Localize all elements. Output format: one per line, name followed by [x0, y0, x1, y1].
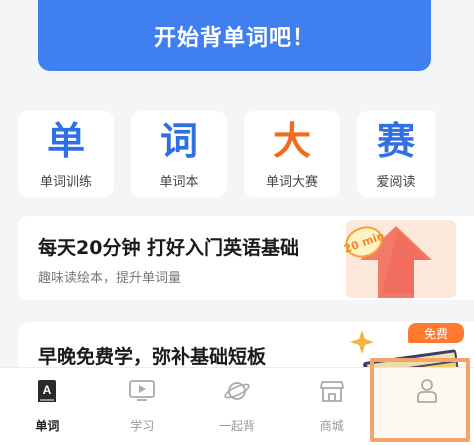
word-glyph-icon: 单 — [46, 119, 85, 163]
daily-reading-card[interactable]: 每天20分钟 打好入门英语基础 趣味读绘本，提升单词量 20 min — [18, 216, 474, 300]
book-a-icon: A — [33, 378, 61, 404]
selection-highlight — [370, 358, 470, 442]
tab-words[interactable]: A 单词 — [0, 368, 95, 445]
ci-glyph-icon: 词 — [159, 119, 198, 163]
twenty-min-arrow-icon: 20 min — [342, 220, 456, 298]
feature-grid: 单 单词训练 词 单词本 大 单词大赛 赛 爱阅读 — [18, 111, 474, 197]
tab-label: 商城 — [319, 419, 344, 433]
tab-study[interactable]: 学习 — [95, 368, 190, 445]
tab-label: 单词 — [35, 419, 60, 433]
free-badge-label: 免费 — [423, 326, 448, 341]
feature-word-contest[interactable]: 大 单词大赛 — [244, 111, 340, 197]
svg-text:A: A — [43, 383, 52, 397]
card-title: 每天20分钟 打好入门英语基础 — [38, 237, 300, 259]
feature-love-reading[interactable]: 赛 爱阅读 — [357, 111, 435, 197]
store-icon — [318, 378, 346, 404]
tab-memorize-together[interactable]: 一起背 — [190, 368, 285, 445]
start-button-label: 开始背单词吧！ — [153, 25, 315, 51]
sai-glyph-icon: 赛 — [376, 119, 415, 163]
free-badge: 免费 — [408, 323, 464, 343]
video-play-icon — [128, 378, 156, 404]
tab-store[interactable]: 商城 — [284, 368, 379, 445]
card-subtitle: 趣味读绘本，提升单词量 — [38, 271, 182, 286]
feature-label: 单词训练 — [39, 175, 92, 190]
feature-label: 爱阅读 — [376, 175, 416, 190]
da-glyph-icon: 大 — [272, 119, 311, 163]
feature-word-book[interactable]: 词 单词本 — [131, 111, 227, 197]
tab-label: 学习 — [130, 419, 155, 433]
feature-label: 单词大赛 — [265, 175, 318, 190]
start-memorizing-button[interactable]: 开始背单词吧！ — [38, 0, 431, 71]
feature-label: 单词本 — [159, 175, 199, 190]
feature-word-training[interactable]: 单 单词训练 — [18, 111, 114, 197]
card-title: 早晚免费学，弥补基础短板 — [38, 346, 267, 368]
planet-icon — [223, 378, 251, 404]
tab-label: 一起背 — [218, 419, 255, 433]
